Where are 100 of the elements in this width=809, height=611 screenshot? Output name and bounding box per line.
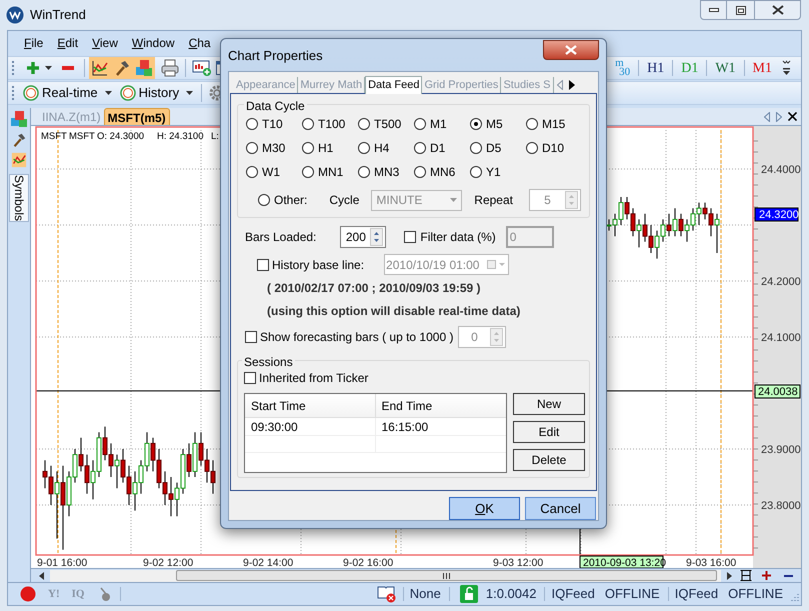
radio-button[interactable] [414,118,426,130]
menu-item[interactable]: Edit [57,34,78,52]
timeframe-button[interactable]: W1 [715,58,736,78]
time-label: 9-03 16:00 [686,557,736,568]
column-header[interactable]: Start Time [245,394,376,417]
radio-label: T100 [318,116,346,133]
price-label: 23.9000 [761,444,801,456]
tab-left-icon[interactable] [764,112,770,122]
radio-button[interactable] [414,166,426,178]
close-icon [772,5,784,15]
spin-field[interactable]: 200 [340,226,386,248]
mode-label: None [410,585,441,604]
price-label: 23.8000 [761,500,801,512]
feed-status: OFFLINE [604,585,660,604]
session-button[interactable]: Edit [513,421,585,443]
scroll-right-icon[interactable] [727,572,732,580]
menu-item[interactable]: View [92,34,118,52]
warning-note: (using this option will disable real-time data) [267,303,522,320]
record-icon[interactable] [20,586,36,602]
satellite-icon[interactable] [98,587,112,601]
feed-button[interactable]: History [120,83,194,103]
add-button[interactable] [25,60,41,76]
time-label: 9-01 16:00 [37,557,88,568]
radio-button[interactable] [526,142,538,154]
close-button[interactable] [754,0,801,20]
chart-add-icon[interactable] [192,59,212,77]
field-label: Cycle [329,192,360,209]
zoom-in-icon[interactable] [762,571,771,580]
scrollbar-thumb[interactable] [176,570,717,581]
toggle-button[interactable] [133,57,155,79]
radio-button[interactable] [358,142,370,154]
radio-button[interactable] [526,118,538,130]
radio-label: D5 [486,140,502,157]
field-label: Bars Loaded: [245,229,316,246]
dialog-button[interactable]: Cancel [525,497,596,520]
radio-label: D10 [542,140,564,157]
radio-button[interactable] [358,118,370,130]
price-label: 24.1000 [761,332,801,344]
radio-button[interactable] [246,142,258,154]
hammer-icon[interactable] [11,132,27,148]
document-tab[interactable]: MSFT(m5) [104,108,170,125]
price-label: 24.4000 [761,164,801,176]
time-label: 9-03 12:00 [493,557,544,568]
radio-button[interactable] [414,142,426,154]
printer-icon[interactable] [161,59,179,77]
dialog-button[interactable]: OK [449,497,520,520]
side-tab[interactable]: Symbols [9,174,29,222]
checkbox-label: Filter data (%) [420,229,496,246]
radio-button[interactable] [470,166,482,178]
overflow-icon[interactable] [782,59,791,77]
cubes-icon [135,59,153,77]
column-header[interactable]: End Time [376,394,506,417]
dialog-title: Chart Properties [228,47,323,65]
chart-icon[interactable] [11,152,27,168]
radio-button[interactable] [302,142,314,154]
close-button[interactable] [543,40,599,60]
time-label: 9-02 14:00 [243,557,294,568]
feed-status: OFFLINE [728,585,783,604]
toggle-button[interactable] [89,57,111,79]
session-button[interactable]: New [513,393,585,415]
minimize-icon [708,8,718,12]
radio-button[interactable] [470,142,482,154]
minimize-button[interactable] [700,0,727,20]
dtn-logo-icon [23,85,39,101]
session-button[interactable]: Delete [513,449,585,471]
menu-item[interactable]: Cha [188,34,211,52]
checkbox[interactable] [244,372,256,384]
radio-button[interactable] [246,166,258,178]
table-cell: 09:30:00 [245,418,376,435]
timeframe-button[interactable]: M1 [752,58,772,78]
radio-button[interactable] [246,118,258,130]
radio-label: H4 [374,140,390,157]
feed-button[interactable]: Real-time [23,83,112,103]
caret-icon [104,91,112,95]
radio-button[interactable] [302,118,314,130]
tab-left-icon[interactable] [556,80,563,90]
radio-label: MN3 [374,164,400,181]
chart-legend: O: 24.3000 [97,131,144,142]
radio-button[interactable] [470,118,482,130]
maximize-button[interactable] [727,0,754,20]
fit-icon[interactable] [740,570,752,581]
caret-icon [450,198,458,202]
checkbox-label: Inherited from Ticker [259,370,368,387]
menu-item[interactable]: Window [132,34,175,52]
timeframe-button[interactable]: H1 [647,58,664,78]
field-label: Repeat [474,192,513,209]
scroll-left-icon[interactable] [39,572,44,580]
radio-button[interactable] [302,166,314,178]
radio-label: T500 [374,116,402,133]
unlocked-icon[interactable] [460,585,478,603]
radio-label: M1 [430,116,447,133]
radio-label: MN1 [318,164,344,181]
menu-item[interactable]: File [24,34,44,52]
window-title: WinTrend [30,6,86,24]
radio-button[interactable] [358,166,370,178]
radio-button[interactable] [258,194,270,206]
cubes-icon[interactable] [10,110,28,128]
tab-right-icon[interactable] [568,80,575,90]
dialog-tab[interactable]: Data Feed [365,76,422,94]
close-icon[interactable] [788,112,797,121]
